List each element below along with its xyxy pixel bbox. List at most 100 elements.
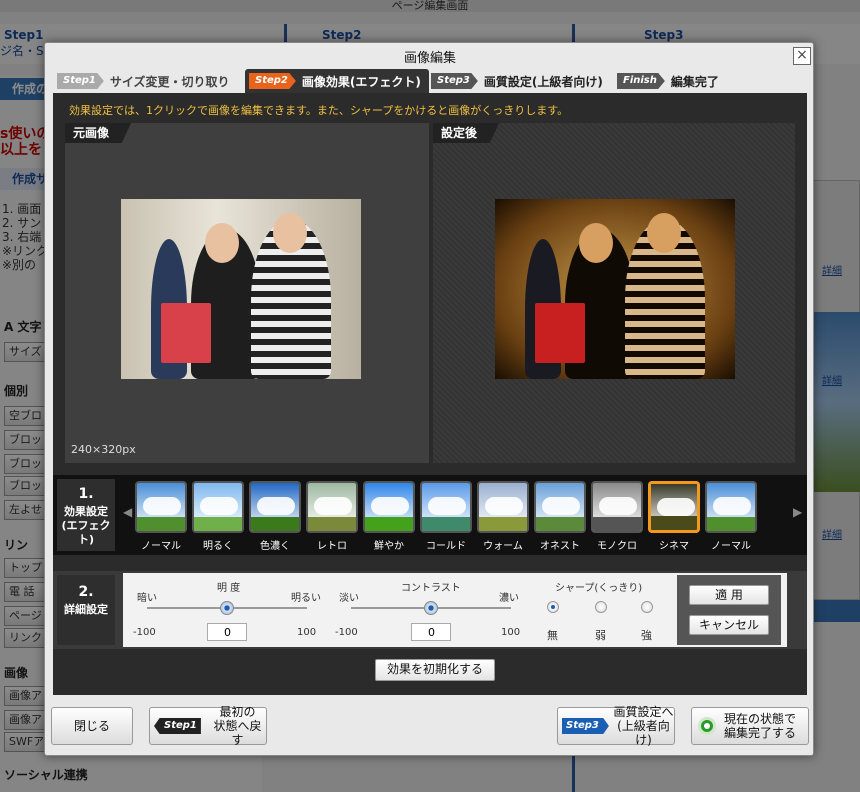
effect-item[interactable]: 鮮やか — [363, 481, 415, 552]
brightness-label: 明 度 — [217, 583, 241, 594]
effect-item[interactable]: ノーマル — [705, 481, 757, 552]
effect-thumbnail — [135, 481, 187, 533]
close-icon[interactable]: × — [793, 47, 811, 65]
step3-badge: Step3 — [431, 73, 478, 89]
effect-name: モノクロ — [597, 541, 637, 552]
effect-item[interactable]: モノクロ — [591, 481, 643, 552]
contrast-high-label: 濃い — [499, 593, 519, 604]
next-button-label: 画質設定へ (上級者向け) — [613, 705, 674, 747]
effect-item[interactable]: コールド — [420, 481, 472, 552]
step-tab-resize[interactable]: Step1 サイズ変更・切り取り — [57, 71, 230, 91]
brightness-knob[interactable] — [220, 601, 234, 615]
effect-item[interactable]: オネスト — [534, 481, 586, 552]
contrast-input[interactable] — [411, 623, 451, 641]
finish-icon — [698, 717, 716, 735]
effect-item[interactable]: 明るく — [192, 481, 244, 552]
step-tab-effect[interactable]: Step2 画像効果(エフェクト) — [245, 69, 429, 93]
detail-settings: 2. 詳細設定 明 度 暗い 明るい -100 100 コントラスト 淡い 濃い — [53, 571, 807, 649]
effect-name: ノーマル — [141, 541, 181, 552]
effect-name: ウォーム — [483, 541, 523, 552]
contrast-label: コントラスト — [401, 583, 461, 594]
effect-settings-title: 1. 効果設定 (エフェクト) — [57, 479, 115, 551]
sharp-label: シャープ(くっきり) — [555, 583, 643, 594]
brightness-slider[interactable] — [147, 601, 307, 615]
contrast-low-label: 淡い — [339, 593, 359, 604]
effect-panel: 効果設定では、1クリックで画像を編集できます。また、シャープをかけると画像がくっ… — [53, 93, 807, 695]
effect-thumbnail — [705, 481, 757, 533]
effect-thumbnail — [534, 481, 586, 533]
effect-thumbnail — [192, 481, 244, 533]
effect-name: 色濃く — [260, 541, 290, 552]
step-label: 画質設定(上級者向け) — [483, 74, 603, 89]
dialog-title: 画像編集 — [403, 51, 456, 66]
brightness-input[interactable] — [207, 623, 247, 641]
brightness-low-label: 暗い — [137, 593, 157, 604]
cancel-button[interactable]: キャンセル — [689, 615, 769, 635]
effect-thumbnail — [477, 481, 529, 533]
brightness-min: -100 — [133, 627, 156, 638]
step-tab-quality[interactable]: Step3 画質設定(上級者向け) — [431, 71, 603, 91]
detail-settings-body: 明 度 暗い 明るい -100 100 コントラスト 淡い 濃い -100 10… — [123, 573, 787, 647]
sharp-none-label: 無 — [547, 629, 558, 642]
close-button[interactable]: 閉じる — [51, 707, 133, 745]
effect-name: 明るく — [203, 541, 233, 552]
effect-settings: 1. 効果設定 (エフェクト) ◀ ノーマル 明るく 色濃く レトロ 鮮やか コールド ウォ… — [53, 475, 807, 555]
sharp-strong-label: 強 — [641, 629, 652, 642]
apply-cancel-box: 適 用 キャンセル — [677, 575, 781, 645]
sharp-none-radio[interactable] — [547, 601, 559, 613]
to-quality-settings-button[interactable]: Step3 画質設定へ (上級者向け) — [557, 705, 675, 747]
image-size-label: 240×320px — [71, 443, 136, 456]
effect-list: ノーマル 明るく 色濃く レトロ 鮮やか コールド ウォーム オネスト モノクロ シネマ ノーマル — [135, 481, 757, 552]
effect-name: ノーマル — [711, 541, 751, 552]
notice-text: 効果設定では、1クリックで画像を編集できます。また、シャープをかけると画像がくっ… — [69, 104, 569, 117]
detail-settings-title: 2. 詳細設定 — [57, 575, 115, 645]
step3-badge: Step3 — [562, 718, 609, 734]
effect-item[interactable]: ウォーム — [477, 481, 529, 552]
contrast-knob[interactable] — [424, 601, 438, 615]
finish-badge: Finish — [617, 73, 665, 89]
step-label: 編集完了 — [670, 74, 719, 89]
effect-thumbnail — [363, 481, 415, 533]
back-button-label: 最初の 状態へ戻す — [213, 705, 262, 747]
step-tabs: Step1 サイズ変更・切り取り Step2 画像効果(エフェクト) Step3… — [53, 69, 807, 93]
effect-thumbnail — [249, 481, 301, 533]
original-tab: 元画像 — [65, 123, 132, 143]
sharp-weak-label: 弱 — [595, 629, 606, 642]
finish-edit-button[interactable]: 現在の状態で 編集完了する — [691, 707, 809, 745]
step1-badge: Step1 — [57, 73, 104, 89]
step-label: 画像効果(エフェクト) — [301, 74, 421, 89]
brightness-max: 100 — [297, 627, 317, 638]
prev-arrow-icon[interactable]: ◀ — [123, 505, 132, 519]
next-arrow-icon[interactable]: ▶ — [793, 505, 802, 519]
effect-thumbnail — [591, 481, 643, 533]
effect-item[interactable]: レトロ — [306, 481, 358, 552]
step-label: サイズ変更・切り取り — [109, 74, 230, 89]
sharp-strong-radio[interactable] — [641, 601, 653, 613]
effect-item[interactable]: ノーマル — [135, 481, 187, 552]
brightness-high-label: 明るい — [291, 593, 321, 604]
effect-item[interactable]: 色濃く — [249, 481, 301, 552]
reset-effect-button[interactable]: 効果を初期化する — [375, 659, 495, 681]
apply-button[interactable]: 適 用 — [689, 585, 769, 605]
original-photo — [121, 199, 361, 379]
effect-thumbnail — [648, 481, 700, 533]
sharp-weak-radio[interactable] — [595, 601, 607, 613]
back-to-start-button[interactable]: Step1 最初の 状態へ戻す — [149, 705, 267, 747]
image-edit-dialog: 画像編集 × Step1 サイズ変更・切り取り Step2 画像効果(エフェクト… — [44, 42, 814, 756]
contrast-min: -100 — [335, 627, 358, 638]
contrast-max: 100 — [501, 627, 521, 638]
dialog-footer: 閉じる Step1 最初の 状態へ戻す Step3 画質設定へ (上級者向け) 現在… — [49, 699, 811, 753]
contrast-slider[interactable] — [351, 601, 511, 615]
after-image-pane: 設定後 — [433, 123, 795, 463]
finish-button-label: 現在の状態で 編集完了する — [724, 712, 797, 740]
original-image-pane: 元画像 240×320px — [65, 123, 429, 463]
effect-name: 鮮やか — [374, 541, 404, 552]
effect-thumbnail — [420, 481, 472, 533]
step1-badge: Step1 — [154, 718, 201, 734]
step2-badge: Step2 — [249, 73, 296, 89]
after-photo — [495, 199, 735, 379]
effect-name: オネスト — [540, 541, 580, 552]
effect-item[interactable]: シネマ — [648, 481, 700, 552]
effect-thumbnail — [306, 481, 358, 533]
step-tab-finish[interactable]: Finish 編集完了 — [617, 71, 719, 91]
